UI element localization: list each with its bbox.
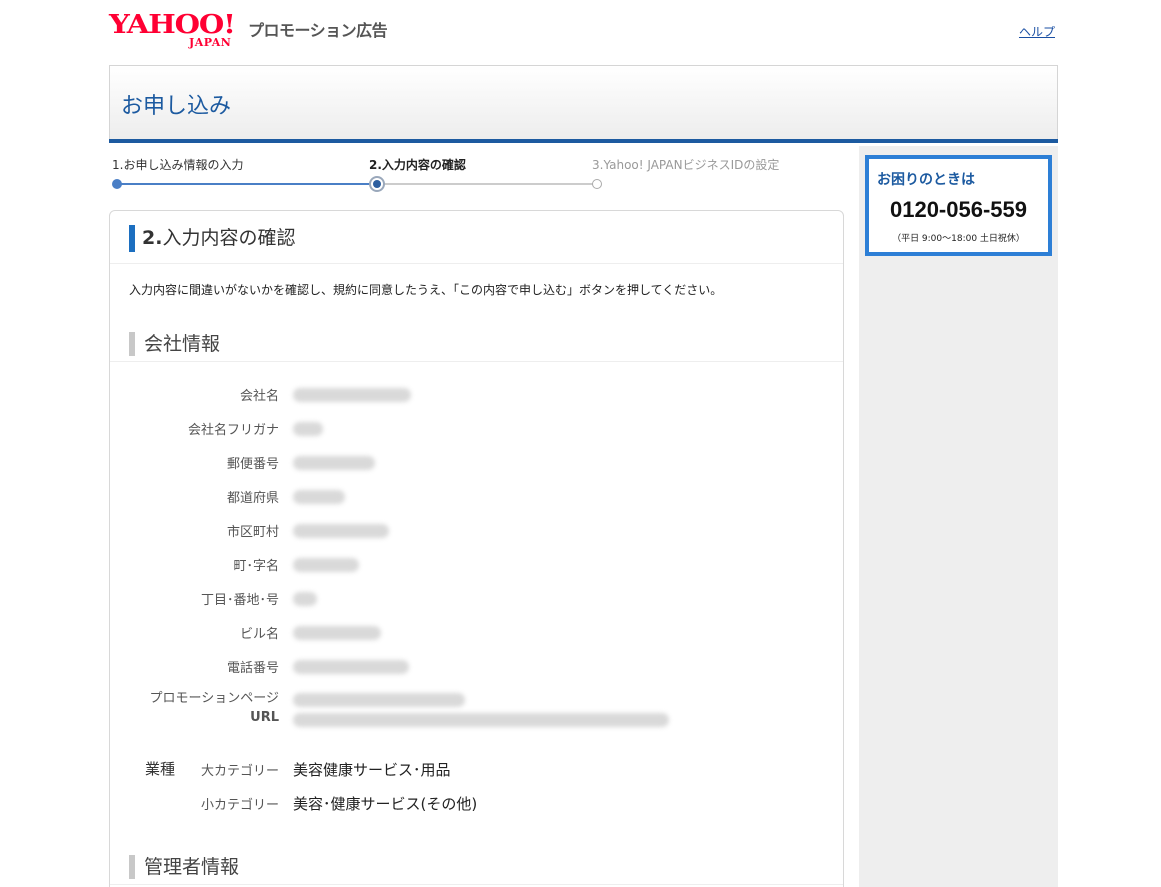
redacted-value [293,626,381,640]
yahoo-logo[interactable]: YAHOO! JAPAN プロモーション広告 [109,10,388,49]
progress-line-done [117,183,377,185]
support-title: お困りのときは [877,172,975,188]
progress-line-todo [377,183,597,185]
step-1-label: 1.お申し込み情報の入力 [112,158,244,172]
field-label-company-kana: 会社名フリガナ [187,423,279,438]
progress-steps: 1.お申し込み情報の入力 2.入力内容の確認 3.Yahoo! JAPANビジネ… [112,156,812,196]
redacted-value [293,456,375,470]
yahoo-logo-mark: YAHOO! JAPAN [109,10,244,49]
logo-sub-text: JAPAN [189,36,232,49]
admin-info-heading: 管理者情報 [129,855,239,879]
section-title: 入力内容の確認 [162,227,296,249]
field-label-building: ビル名 [239,627,279,642]
industry-label: 業種 [145,760,176,778]
redacted-value [293,490,345,504]
help-link[interactable]: ヘルプ [1019,23,1055,40]
step-2-dot-current [369,176,385,192]
field-label-town: 町･字名 [233,559,279,574]
redacted-value [293,713,669,727]
field-label-phone: 電話番号 [226,661,279,676]
field-label-promo-url-line1: プロモーションページ [149,691,279,706]
divider [110,263,843,264]
field-label-promo-url-line2: URL [250,710,279,725]
section-heading: 2.入力内容の確認 [129,225,295,252]
redacted-value [293,524,389,538]
confirmation-panel: 2.入力内容の確認 入力内容に間違いがないかを確認し、規約に同意したうえ、「この… [109,210,844,887]
section-number: 2. [142,227,163,249]
logo-text: YAHOO! [109,10,236,40]
step-2-label: 2.入力内容の確認 [369,158,466,172]
title-band: お申し込み [109,65,1058,143]
page-title: お申し込み [121,94,232,119]
step-1-dot [112,179,122,189]
divider [110,361,843,362]
intro-text: 入力内容に間違いがないかを確認し、規約に同意したうえ、「この内容で申し込む」ボタ… [129,283,723,297]
service-name: プロモーション広告 [248,21,388,40]
major-category-value: 美容健康サービス･用品 [293,761,451,779]
sidebar: お困りのときは 0120-056-559 （平日 9:00〜18:00 土日祝休… [859,146,1058,887]
field-label-block-number: 丁目･番地･号 [200,593,279,608]
support-contact-box: お困りのときは 0120-056-559 （平日 9:00〜18:00 土日祝休… [865,155,1052,256]
support-hours: （平日 9:00〜18:00 土日祝休） [892,234,1025,244]
field-label-postal-code: 郵便番号 [226,457,279,472]
minor-category-value: 美容･健康サービス(その他) [293,795,478,813]
redacted-value [293,388,411,402]
redacted-value [293,558,359,572]
major-category-label: 大カテゴリー [200,764,279,779]
step-3-dot [592,179,602,189]
step-3-label: 3.Yahoo! JAPANビジネスIDの設定 [592,158,780,172]
field-label-city: 市区町村 [226,525,279,540]
redacted-value [293,660,409,674]
support-phone: 0120-056-559 [889,197,1027,222]
company-info-heading: 会社情報 [129,332,220,356]
minor-category-label: 小カテゴリー [200,798,279,813]
divider [110,884,843,885]
field-label-company-name: 会社名 [239,389,279,404]
field-label-prefecture: 都道府県 [226,491,279,506]
redacted-value [293,422,323,436]
field-label-promo-url: プロモーションページ URL [150,689,279,727]
redacted-value [293,592,317,606]
redacted-value [293,693,465,707]
